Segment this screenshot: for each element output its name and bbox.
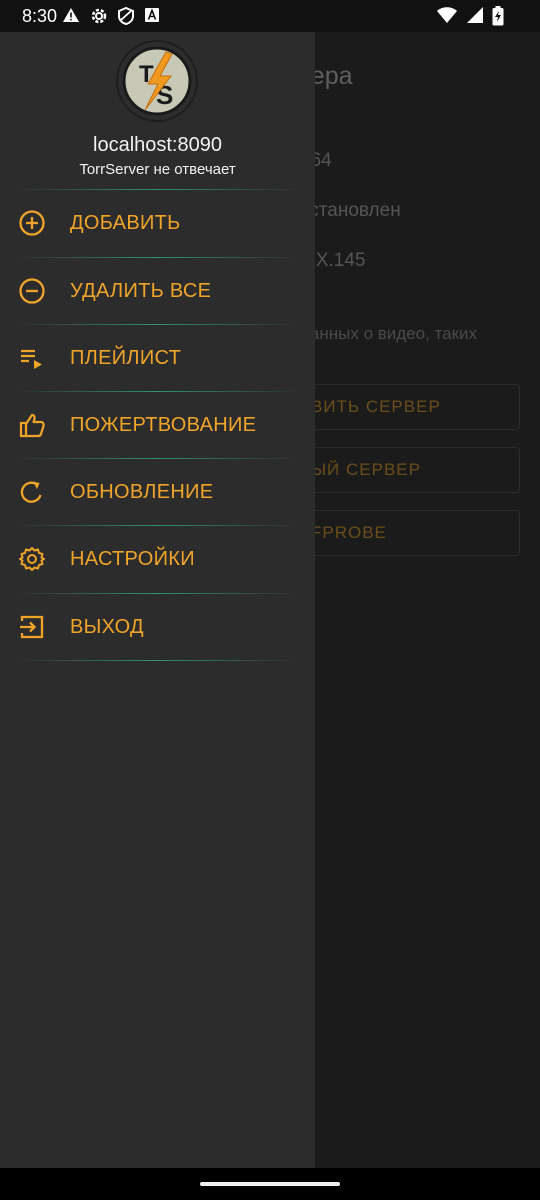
warning-icon bbox=[63, 8, 79, 22]
navigation-drawer: T S localhost:8090 TorrServer не отвечае… bbox=[0, 32, 315, 1168]
menu-item-label: ВЫХОД bbox=[70, 616, 144, 638]
menu-item-label: НАСТРОЙКИ bbox=[70, 548, 195, 570]
settings-gear-icon bbox=[19, 547, 45, 571]
playlist-icon bbox=[21, 349, 42, 369]
torrserver-logo-icon: T S bbox=[122, 46, 192, 116]
thumb-up-icon bbox=[19, 413, 45, 438]
menu-item-label: ПЛЕЙЛИСТ bbox=[70, 347, 182, 369]
status-right-icons bbox=[436, 6, 504, 26]
menu-item-donate[interactable]: ПОЖЕРТВОВАНИЕ bbox=[0, 392, 315, 458]
ffprobe-button[interactable]: FPROBE bbox=[290, 510, 520, 556]
status-left-icons bbox=[62, 7, 160, 25]
menu-item-settings[interactable]: НАСТРОЙКИ bbox=[0, 526, 315, 592]
menu-item-update[interactable]: ОБНОВЛЕНИЕ bbox=[0, 459, 315, 525]
menu-item-label: ДОБАВИТЬ bbox=[70, 212, 181, 234]
battery-charging-icon bbox=[492, 6, 504, 26]
server-action-button[interactable]: ЫЙ СЕРВЕР bbox=[290, 447, 520, 493]
divider bbox=[14, 660, 300, 661]
gear-icon bbox=[91, 8, 107, 24]
add-circle-icon bbox=[19, 210, 45, 236]
button-label: FPROBE bbox=[311, 523, 387, 542]
home-gesture-handle[interactable] bbox=[200, 1182, 340, 1186]
exit-icon bbox=[20, 615, 44, 639]
menu-item-playlist[interactable]: ПЛЕЙЛИСТ bbox=[0, 325, 315, 391]
menu-item-exit[interactable]: ВЫХОД bbox=[0, 594, 315, 660]
info-line: установлен bbox=[300, 200, 401, 221]
menu-item-remove-all[interactable]: УДАЛИТЬ ВСЕ bbox=[0, 258, 315, 324]
wifi-icon bbox=[437, 7, 457, 23]
server-status: TorrServer не отвечает bbox=[79, 161, 236, 178]
button-label: ЫЙ СЕРВЕР bbox=[311, 460, 421, 479]
button-label: ВИТЬ СЕРВЕР bbox=[311, 397, 441, 416]
menu-item-label: ОБНОВЛЕНИЕ bbox=[70, 481, 214, 503]
server-action-button[interactable]: ВИТЬ СЕРВЕР bbox=[290, 384, 520, 430]
info-description: данных о видео, таких bbox=[300, 324, 478, 343]
menu-item-add[interactable]: ДОБАВИТЬ bbox=[0, 190, 315, 256]
signal-icon bbox=[467, 7, 483, 23]
font-icon bbox=[145, 8, 159, 22]
menu-item-label: ПОЖЕРТВОВАНИЕ bbox=[70, 414, 257, 436]
status-time: 8:30 bbox=[22, 6, 58, 26]
shield-icon bbox=[118, 7, 134, 25]
app-logo: T S bbox=[118, 42, 196, 120]
status-bar: 8:30 bbox=[0, 0, 540, 32]
server-host: localhost:8090 bbox=[93, 134, 222, 156]
menu-item-label: УДАЛИТЬ ВСЕ bbox=[70, 280, 212, 302]
refresh-icon bbox=[20, 481, 42, 503]
remove-circle-icon bbox=[19, 278, 45, 304]
navigation-bar bbox=[0, 1168, 540, 1200]
